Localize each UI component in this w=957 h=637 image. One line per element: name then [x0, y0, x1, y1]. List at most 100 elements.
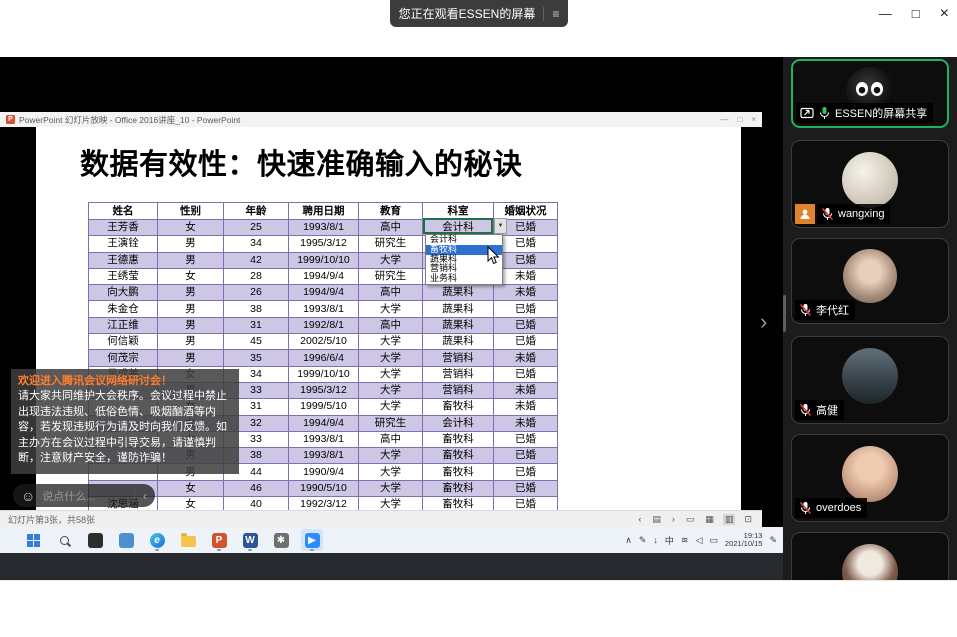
participant-tile[interactable]: 李代红 — [791, 238, 949, 324]
slide-counter: 幻灯片第3张，共58张 — [8, 513, 95, 526]
table-cell: 女 — [158, 220, 224, 236]
minimize-button[interactable]: — — [879, 7, 892, 20]
participant-tile[interactable]: 高健 — [791, 336, 949, 424]
widgets-app-icon — [119, 533, 134, 548]
avatar — [842, 544, 898, 580]
collapse-chat-icon[interactable]: ‹ — [143, 489, 147, 503]
tray-battery-icon[interactable]: ▭ — [709, 535, 718, 546]
tray-expand-icon[interactable]: ∧ — [625, 535, 632, 546]
widgets-app[interactable] — [115, 529, 137, 551]
tray-pen-icon[interactable]: ✎ — [639, 535, 647, 546]
emoji-icon[interactable]: ☺ — [21, 489, 35, 503]
participant-tile[interactable]: wangxing — [791, 140, 949, 228]
tray-volume-icon[interactable]: ◁ — [695, 535, 702, 546]
participant-tile[interactable] — [791, 532, 949, 580]
tray-update-icon[interactable]: ↓ — [653, 535, 658, 545]
start-button-icon — [27, 534, 40, 547]
reading-view-icon: ▥ — [723, 514, 736, 525]
dropdown-arrow-icon: ▼ — [498, 223, 504, 229]
table-cell: 42 — [224, 252, 289, 268]
table-cell: 1993/8/1 — [289, 301, 359, 317]
participant-tile[interactable]: ESSEN的屏幕共享 — [791, 59, 949, 128]
ppt-status-bar: 幻灯片第3张，共58张 ‹▤›▭▦▥⊡ — [0, 510, 762, 527]
table-cell: 蔬果科 — [423, 334, 494, 350]
table-cell: 王绣莹 — [89, 268, 158, 284]
next-page-arrow[interactable]: › — [760, 309, 767, 335]
close-button[interactable]: × — [940, 6, 949, 22]
table-cell: 大学 — [359, 301, 423, 317]
table-cell: 男 — [158, 236, 224, 252]
powerpoint-app[interactable]: P — [208, 529, 230, 551]
table-cell: 34 — [224, 236, 289, 252]
table-cell: 畜牧科 — [423, 464, 494, 480]
excel-active-cell-border — [423, 218, 493, 234]
table-cell: 男 — [158, 317, 224, 333]
slide-title: 数据有效性：快速准确输入的秘诀 — [80, 141, 523, 183]
table-cell: 31 — [224, 317, 289, 333]
table-cell: 畜牧科 — [423, 480, 494, 496]
sidebar-scrollbar[interactable] — [783, 295, 786, 332]
table-cell: 1993/8/1 — [289, 448, 359, 464]
table-cell: 1994/9/4 — [289, 415, 359, 431]
word-app[interactable]: W — [239, 529, 261, 551]
annotate-pen-icon: ▤ — [650, 514, 663, 525]
table-cell: 研究生 — [359, 268, 423, 284]
clock-date: 2021/10/15 — [725, 539, 763, 548]
table-cell: 高中 — [359, 317, 423, 333]
participant-tile[interactable]: overdoes — [791, 434, 949, 522]
host-badge — [795, 204, 815, 224]
edge-browser[interactable]: e — [146, 529, 168, 551]
notification-pen-icon[interactable]: ✎ — [769, 535, 777, 546]
table-cell: 研究生 — [359, 236, 423, 252]
taskbar-clock[interactable]: 19:13 2021/10/15 — [725, 532, 763, 549]
table-row: 女461990/5/10大学畜牧科已婚 — [89, 480, 558, 496]
settings-app-icon: ✱ — [274, 533, 289, 548]
tencent-meeting-app[interactable]: ▶ — [301, 529, 323, 551]
table-cell: 女 — [158, 268, 224, 284]
chat-welcome-title: 欢迎进入腾讯会议网络研讨会！ — [18, 374, 232, 389]
table-cell: 未婚 — [494, 285, 558, 301]
table-header-cell: 聘用日期 — [289, 203, 359, 220]
meeting-toolbar — [0, 27, 957, 57]
app-dark[interactable] — [84, 529, 106, 551]
table-cell: 大学 — [359, 252, 423, 268]
table-cell: 畜牧科 — [423, 431, 494, 447]
table-cell: 已婚 — [494, 301, 558, 317]
settings-app[interactable]: ✱ — [270, 529, 292, 551]
table-cell: 大学 — [359, 464, 423, 480]
table-cell: 未婚 — [494, 382, 558, 398]
host-person-icon — [799, 208, 811, 220]
table-cell: 会计科 — [423, 415, 494, 431]
participant-label: ESSEN的屏幕共享 — [796, 103, 933, 123]
screen-share-icon — [800, 107, 814, 119]
table-cell: 大学 — [359, 480, 423, 496]
table-cell: 男 — [158, 301, 224, 317]
table-cell: 已婚 — [494, 431, 558, 447]
table-cell: 未婚 — [494, 415, 558, 431]
avatar — [842, 348, 898, 404]
participant-name: 李代红 — [816, 302, 849, 318]
table-cell: 王德惠 — [89, 252, 158, 268]
tray-ime-icon[interactable]: 中 — [665, 534, 674, 547]
table-cell: 高中 — [359, 285, 423, 301]
search-icon[interactable] — [53, 529, 75, 551]
tray-network-icon[interactable]: ≋ — [681, 535, 689, 546]
mic-muted-icon — [799, 501, 812, 515]
chat-input-bar[interactable]: ☺ 说点什么... ‹ — [13, 484, 155, 507]
table-cell: 未婚 — [494, 350, 558, 366]
chat-overlay: 欢迎进入腾讯会议网络研讨会！ 请大家共同维护大会秩序。会议过程中禁止出现违法违规… — [11, 369, 239, 474]
start-button[interactable] — [22, 529, 44, 551]
watching-banner-text: 您正在观看ESSEN的屏幕 — [399, 5, 536, 22]
name-chip: wangxing — [817, 204, 890, 224]
maximize-button[interactable]: □ — [912, 7, 920, 20]
ppt-restore-icon: □ — [737, 115, 742, 124]
file-explorer[interactable] — [177, 529, 199, 551]
avatar — [842, 152, 898, 208]
chat-input[interactable]: 说点什么... — [42, 488, 95, 504]
switch-screen-icon[interactable]: ≡ — [552, 7, 559, 21]
table-cell: 大学 — [359, 350, 423, 366]
ppt-minimize-icon: — — [720, 115, 728, 124]
table-cell: 未婚 — [494, 399, 558, 415]
slide-sorter-view-icon: ▦ — [703, 514, 716, 525]
watching-banner[interactable]: 您正在观看ESSEN的屏幕 ≡ — [390, 0, 568, 27]
